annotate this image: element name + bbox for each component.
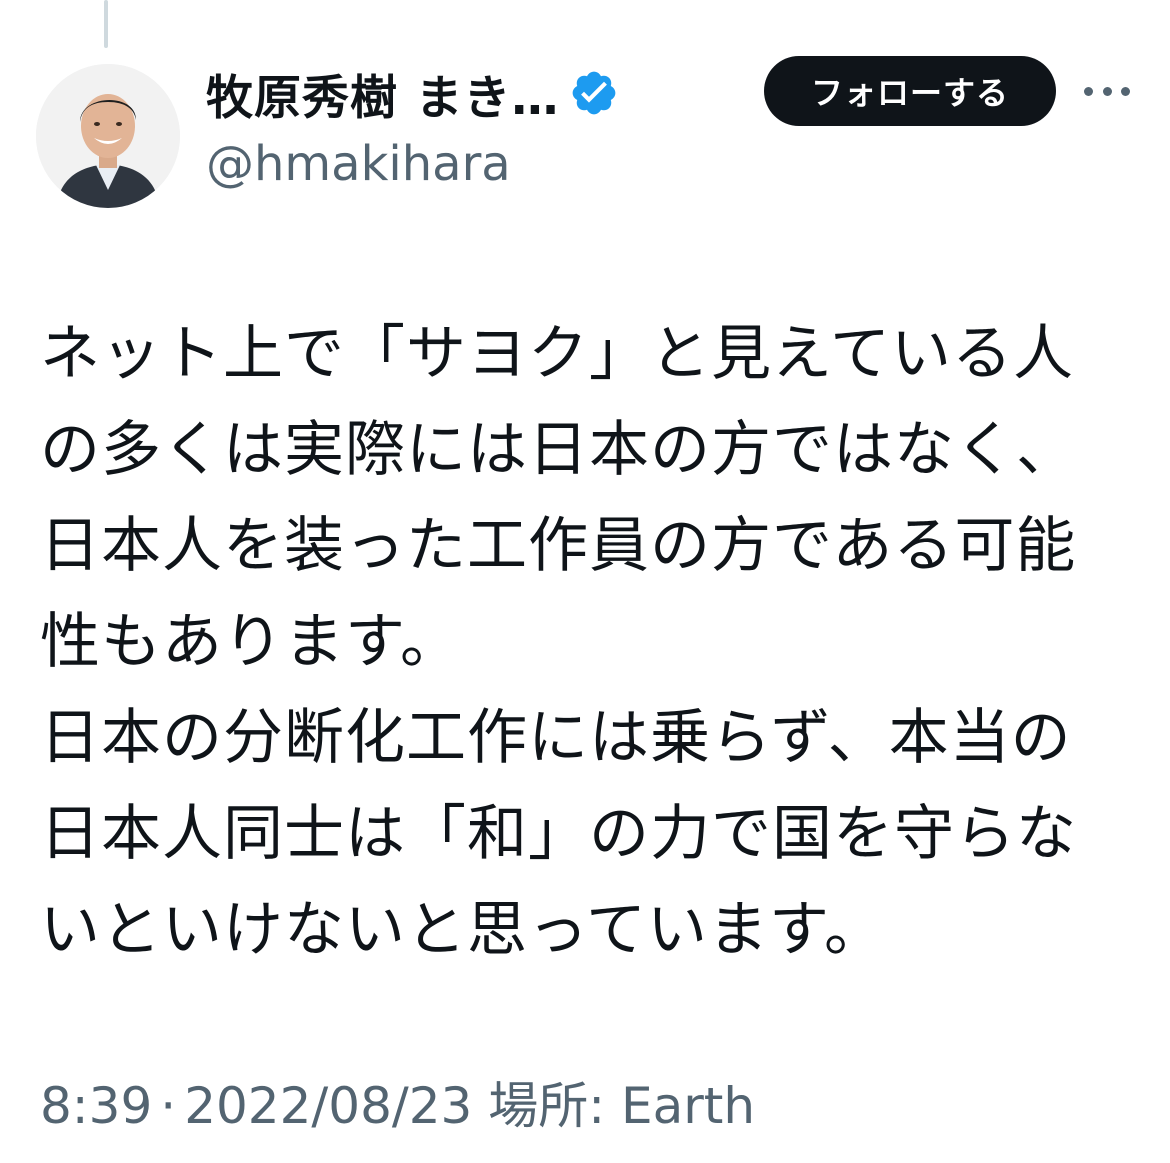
author-name-row: 牧原秀樹 まき… [206,58,619,128]
tweet-text-line: 日本人同士は「和」の力で国を守らな [40,799,1077,869]
author-block: 牧原秀樹 まき… @hmakihara [206,58,619,192]
tweet-text-line: 日本の分断化工作には乗らず、本当の [40,703,1072,773]
tweet-text-line: 性もあります。 [40,607,461,677]
tweet-text-line: ネット上で「サヨク」と見えている人 [40,319,1074,389]
thread-connector-line [104,0,108,48]
more-options-icon[interactable] [1084,74,1130,108]
more-dot [1084,86,1093,96]
tweet-text-line: の多くは実際には日本の方ではなく、 [40,415,1077,485]
tweet-time[interactable]: 8:39 [40,1077,152,1135]
avatar[interactable] [36,64,180,208]
tweet-metadata: 8:39 · 2022/08/23 場所: Earth [40,1066,755,1138]
tweet-location: 場所: Earth [488,1077,756,1135]
tweet-text-line: いといけないと思っています。 [40,895,885,965]
author-display-name[interactable]: 牧原秀樹 まき… [206,59,559,128]
more-dot [1121,86,1130,96]
avatar-photo [36,64,180,208]
more-dot [1102,86,1112,96]
tweet-text-line: 日本人を装った工作員の方である可能 [40,511,1077,581]
verified-badge-icon[interactable] [569,68,619,118]
author-handle[interactable]: @hmakihara [206,136,619,192]
tweet-text: ネット上で「サヨク」と見えている人 の多くは実際には日本の方ではなく、 日本人を… [40,306,1150,978]
follow-button[interactable]: フォローする [764,56,1056,126]
tweet-date[interactable]: 2022/08/23 [184,1077,472,1135]
meta-separator: · [160,1077,177,1135]
